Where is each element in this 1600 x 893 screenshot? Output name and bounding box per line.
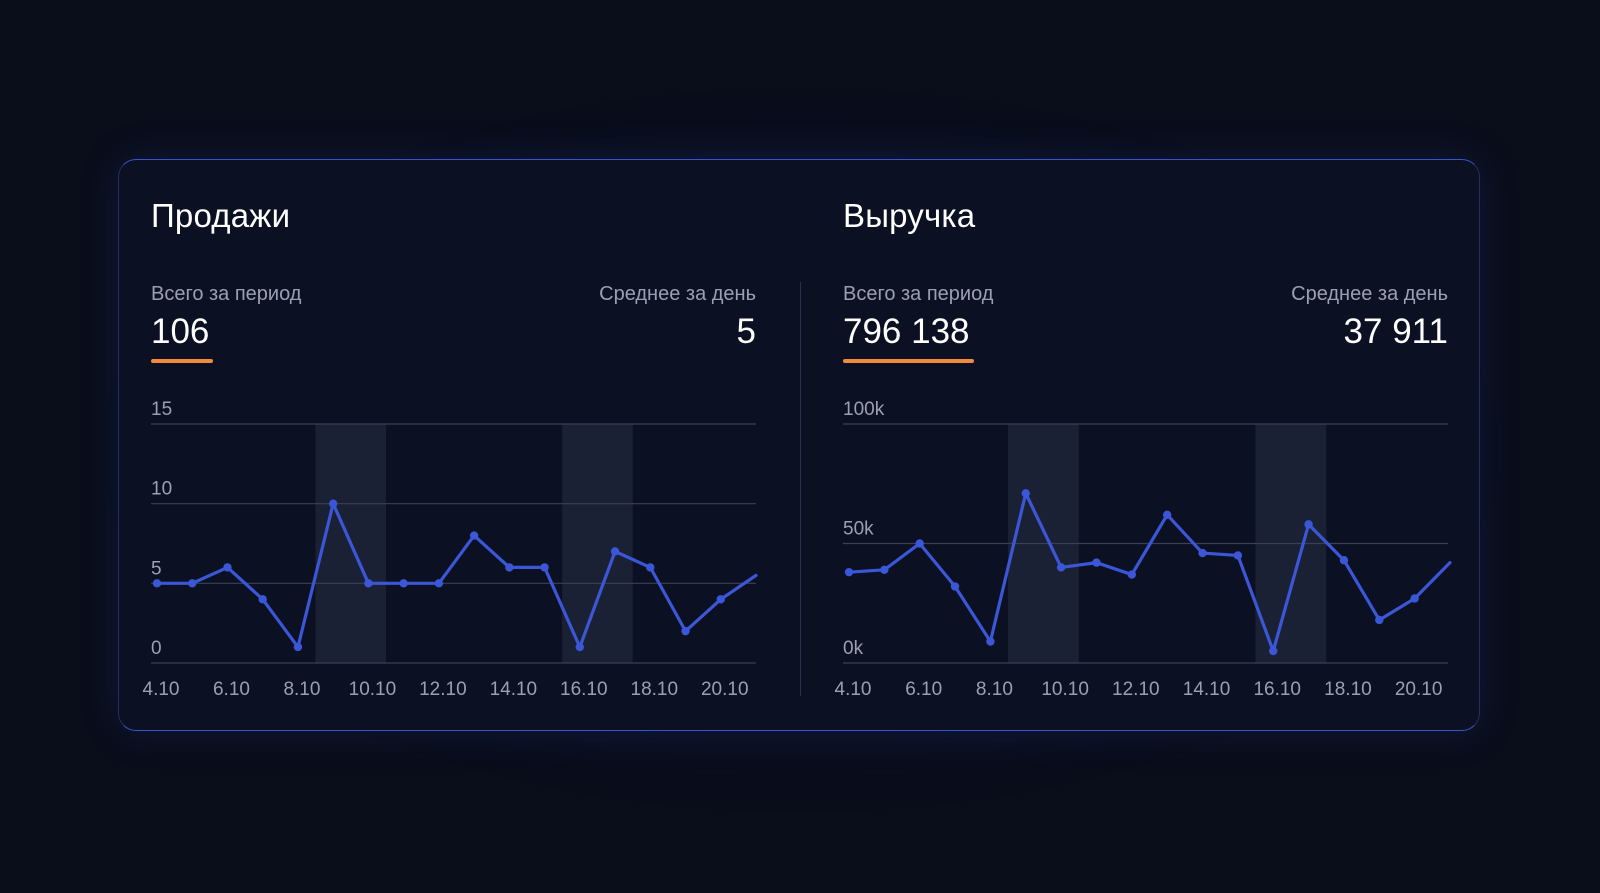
data-point (223, 563, 232, 572)
data-point (1375, 615, 1384, 625)
data-point (1339, 556, 1349, 565)
x-tick-label: 12.10 (1112, 679, 1160, 700)
data-point (1092, 558, 1101, 567)
data-point (152, 579, 162, 588)
sales-chart: 0 5 10 15 4.10 6.10 8.10 10.10 12.10 14.10 16.10 18… (143, 399, 758, 700)
data-point (915, 539, 924, 548)
data-point (469, 531, 479, 540)
data-point (258, 595, 267, 604)
data-point (505, 563, 514, 572)
data-point (1269, 646, 1278, 656)
x-tick-label: 6.10 (213, 679, 250, 700)
y-tick-label: 0 (151, 638, 162, 659)
y-tick-label: 0k (843, 638, 864, 659)
data-point (610, 547, 620, 556)
data-point (575, 642, 585, 652)
x-tick-label: 16.10 (1253, 679, 1301, 700)
x-tick-label: 10.10 (349, 679, 397, 700)
x-tick-label: 20.10 (701, 679, 749, 700)
data-point (844, 567, 854, 577)
x-tick-label: 14.10 (1183, 679, 1231, 700)
x-tick-label: 12.10 (419, 679, 467, 700)
data-point (880, 565, 889, 574)
x-tick-label: 6.10 (905, 679, 942, 700)
y-tick-label: 50k (843, 519, 874, 540)
data-point (434, 579, 444, 588)
data-point (1410, 594, 1419, 603)
data-point (1162, 510, 1172, 520)
x-tick-label: 20.10 (1395, 679, 1443, 700)
revenue-chart: 0k 50k 100k 4.10 6.10 8.10 10.10 12.10 14.10 16.1… (835, 399, 1452, 700)
data-point (399, 579, 408, 588)
data-point (716, 595, 725, 604)
x-tick-label: 10.10 (1041, 679, 1089, 700)
data-point (1127, 570, 1137, 579)
x-tick-label: 18.10 (1324, 679, 1372, 700)
data-point (646, 563, 655, 572)
x-tick-label: 4.10 (143, 679, 180, 700)
data-point (293, 642, 303, 652)
y-tick-label: 100k (843, 399, 885, 420)
x-tick-label: 16.10 (560, 679, 608, 700)
y-tick-label: 15 (151, 399, 172, 420)
data-point (1198, 548, 1207, 558)
highlight-band (562, 424, 633, 663)
series-line (155, 502, 758, 649)
x-tick-label: 4.10 (835, 679, 872, 700)
y-tick-label: 5 (151, 558, 162, 579)
data-point (364, 579, 373, 588)
data-point (1021, 489, 1030, 498)
x-tick-label: 14.10 (490, 679, 538, 700)
data-point (540, 563, 549, 572)
data-point (681, 626, 690, 636)
data-point (986, 637, 995, 646)
data-point (1056, 563, 1066, 572)
x-tick-label: 18.10 (631, 679, 679, 700)
data-point (188, 579, 197, 588)
data-point (1304, 520, 1313, 529)
x-tick-label: 8.10 (976, 679, 1013, 700)
charts-canvas: 0 5 10 15 4.10 6.10 8.10 10.10 12.10 14.10 16.10 18… (143, 399, 1452, 700)
data-point (328, 499, 338, 508)
series-line (847, 491, 1452, 653)
y-tick-label: 10 (151, 479, 172, 500)
x-tick-label: 8.10 (283, 679, 320, 700)
data-point (1233, 551, 1243, 560)
data-point (950, 582, 960, 591)
